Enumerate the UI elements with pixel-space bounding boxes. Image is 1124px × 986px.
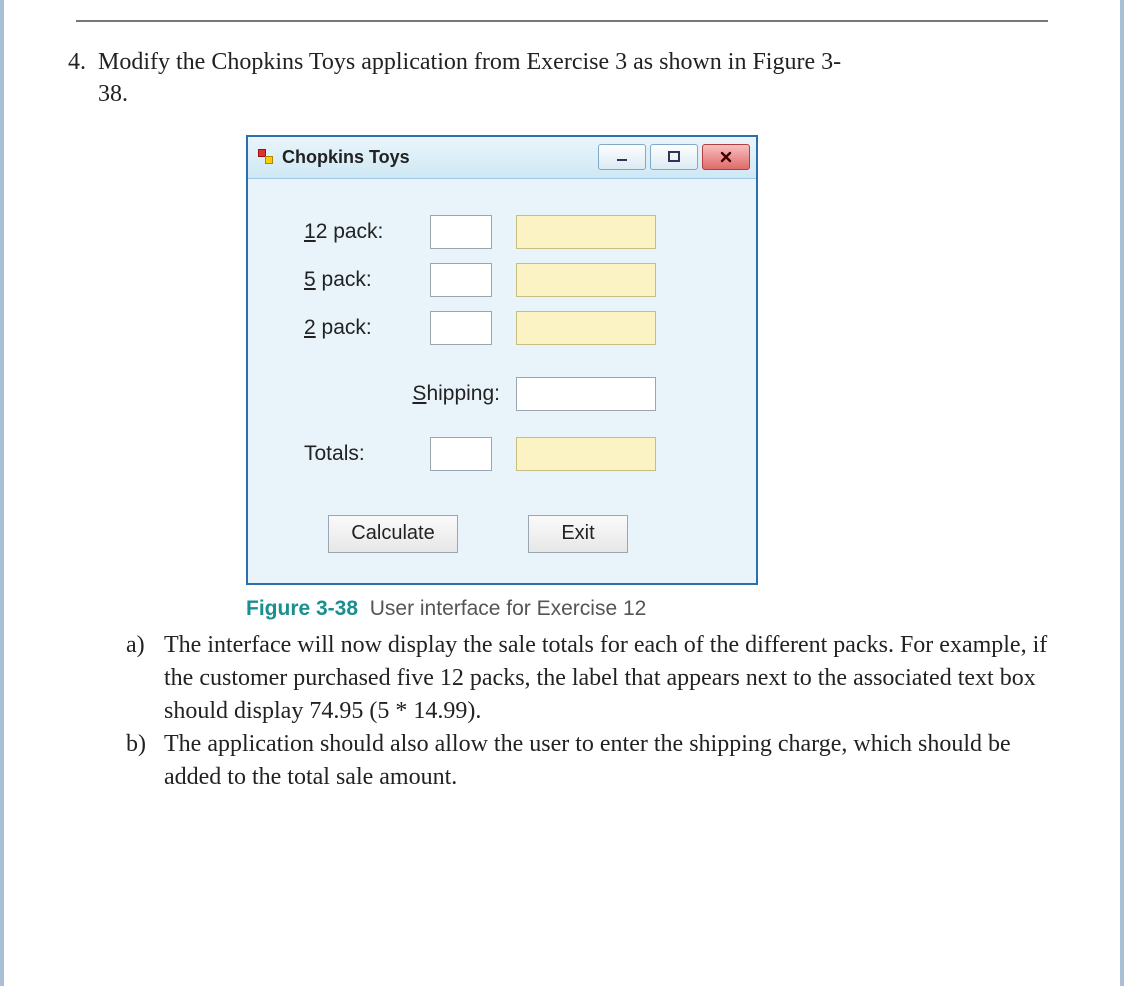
sub-letter-b: b) bbox=[126, 728, 164, 794]
close-button[interactable] bbox=[702, 144, 750, 170]
label-2pack: 2 pack: bbox=[304, 316, 414, 340]
output-5pack-total bbox=[516, 263, 656, 297]
form-grid: 12 pack: 5 pack: 2 pack: Shipping: Total… bbox=[304, 215, 722, 471]
sub-text-b: The application should also allow the us… bbox=[164, 728, 1068, 794]
label-12pack: 12 pack: bbox=[304, 220, 414, 244]
page: 4. Modify the Chopkins Toys application … bbox=[0, 0, 1124, 986]
input-5pack-qty[interactable] bbox=[430, 263, 492, 297]
label-5pack: 5 pack: bbox=[304, 268, 414, 292]
exit-button[interactable]: Exit bbox=[528, 515, 628, 553]
maximize-icon bbox=[667, 150, 681, 164]
input-2pack-qty[interactable] bbox=[430, 311, 492, 345]
maximize-button[interactable] bbox=[650, 144, 698, 170]
sub-letter-a: a) bbox=[126, 629, 164, 728]
form-body: 12 pack: 5 pack: 2 pack: Shipping: Total… bbox=[248, 179, 756, 583]
divider bbox=[76, 20, 1048, 22]
sublist: a) The interface will now display the sa… bbox=[126, 629, 1068, 795]
question-block: 4. Modify the Chopkins Toys application … bbox=[56, 46, 1068, 111]
calculate-button[interactable]: Calculate bbox=[328, 515, 458, 553]
output-12pack-total bbox=[516, 215, 656, 249]
output-2pack-total bbox=[516, 311, 656, 345]
window-buttons bbox=[598, 144, 750, 170]
minimize-button[interactable] bbox=[598, 144, 646, 170]
label-shipping: Shipping: bbox=[304, 382, 500, 406]
figure-window-wrap: Chopkins Toys 12 pack: bbox=[246, 135, 758, 585]
close-icon bbox=[719, 150, 733, 164]
output-totals-qty bbox=[430, 437, 492, 471]
output-totals-amount bbox=[516, 437, 656, 471]
app-window: Chopkins Toys 12 pack: bbox=[246, 135, 758, 585]
window-title: Chopkins Toys bbox=[282, 147, 598, 168]
input-12pack-qty[interactable] bbox=[430, 215, 492, 249]
question-line1: Modify the Chopkins Toys application fro… bbox=[98, 49, 841, 75]
figure-caption-text: User interface for Exercise 12 bbox=[370, 597, 647, 620]
question-text: Modify the Chopkins Toys application fro… bbox=[98, 46, 1068, 111]
minimize-icon bbox=[615, 150, 629, 164]
figure-caption: Figure 3-38 User interface for Exercise … bbox=[246, 597, 1068, 621]
question-line2: 38. bbox=[98, 81, 128, 107]
titlebar: Chopkins Toys bbox=[248, 137, 756, 179]
figure-number: Figure 3-38 bbox=[246, 597, 358, 620]
app-icon bbox=[258, 149, 274, 165]
label-totals: Totals: bbox=[304, 442, 414, 466]
button-row: Calculate Exit bbox=[304, 515, 722, 553]
sub-item-b: b) The application should also allow the… bbox=[126, 728, 1068, 794]
sub-item-a: a) The interface will now display the sa… bbox=[126, 629, 1068, 728]
question-number: 4. bbox=[56, 46, 98, 78]
sub-text-a: The interface will now display the sale … bbox=[164, 629, 1068, 728]
input-shipping[interactable] bbox=[516, 377, 656, 411]
